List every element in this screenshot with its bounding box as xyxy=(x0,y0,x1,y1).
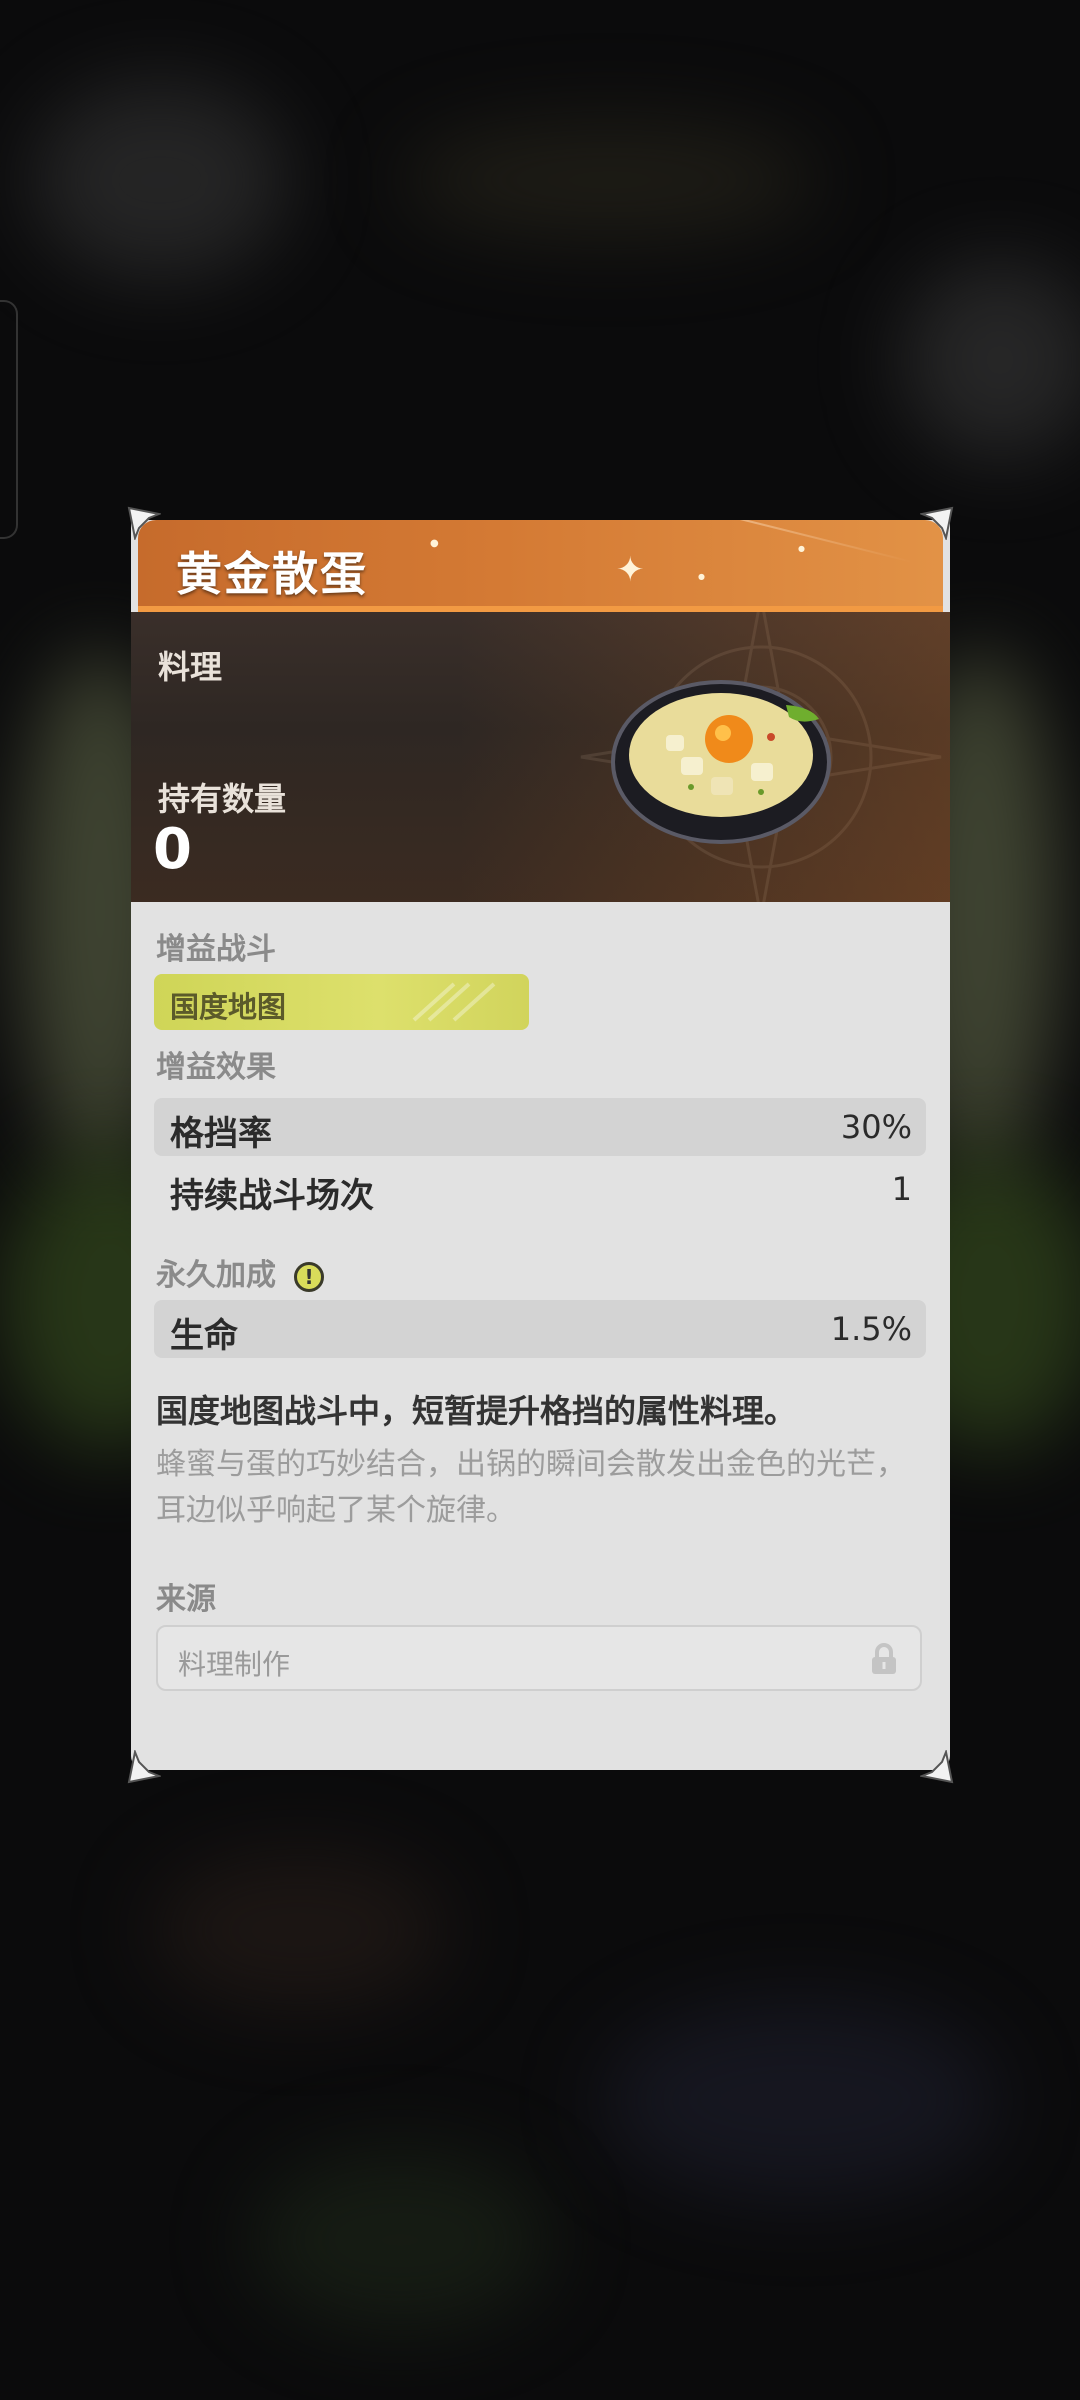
side-panel-handle[interactable] xyxy=(0,300,18,539)
corner-ornament-icon xyxy=(920,506,954,540)
permanent-bonus-label: 永久加成 xyxy=(156,1258,276,1293)
effect-row-duration: 持续战斗场次 1 xyxy=(154,1160,926,1218)
source-label: 来源 xyxy=(156,1582,216,1617)
title-band: ● ✦ ● ● 黄金散蛋 xyxy=(138,520,943,612)
sword-pattern-icon xyxy=(412,982,496,1022)
source-entry[interactable]: 料理制作 xyxy=(156,1625,922,1691)
lock-icon xyxy=(872,1643,896,1674)
source-value: 料理制作 xyxy=(178,1648,291,1681)
item-title: 黄金散蛋 xyxy=(176,547,368,601)
item-category: 料理 xyxy=(158,648,223,686)
buff-effect-label: 增益效果 xyxy=(156,1050,276,1085)
effect-row-block-rate: 格挡率 30% xyxy=(154,1098,926,1156)
sparkle-icon: ● xyxy=(430,538,439,549)
buff-battle-tag: 国度地图 xyxy=(154,974,529,1030)
sparkle-icon: ✦ xyxy=(616,550,645,590)
permanent-row-hp: 生命 1.5% xyxy=(154,1300,926,1358)
sparkle-icon: ● xyxy=(798,544,805,553)
hold-count-label: 持有数量 xyxy=(158,780,287,818)
sparkle-icon: ● xyxy=(698,572,705,581)
hold-count-value: 0 xyxy=(153,817,192,882)
effect-key: 格挡率 xyxy=(170,1114,272,1154)
buff-battle-tag-text: 国度地图 xyxy=(170,990,287,1024)
corner-ornament-icon xyxy=(920,1750,954,1784)
corner-ornament-icon xyxy=(127,1750,161,1784)
effect-key: 持续战斗场次 xyxy=(170,1176,374,1216)
exclamation-icon[interactable]: ! xyxy=(294,1262,324,1292)
item-header: 料理 持有数量 0 xyxy=(131,612,950,902)
effect-value: 30% xyxy=(840,1108,912,1146)
effect-value: 1 xyxy=(891,1170,912,1208)
buff-battle-label: 增益战斗 xyxy=(156,932,276,967)
item-flavor-text: 蜂蜜与蛋的巧妙结合，出锅的瞬间会散发出金色的光芒，耳边似乎响起了某个旋律。 xyxy=(156,1447,906,1528)
permanent-value: 1.5% xyxy=(830,1310,912,1348)
item-detail-card: 料理 持有数量 0 增益战斗 国度地图 增益效果 格挡率 30% 持续战斗场次 … xyxy=(127,506,954,1784)
dish-icon xyxy=(611,680,831,844)
permanent-key: 生命 xyxy=(170,1316,238,1356)
corner-ornament-icon xyxy=(127,506,161,540)
item-description: 国度地图战斗中，短暂提升格挡的属性料理。 xyxy=(156,1392,797,1430)
